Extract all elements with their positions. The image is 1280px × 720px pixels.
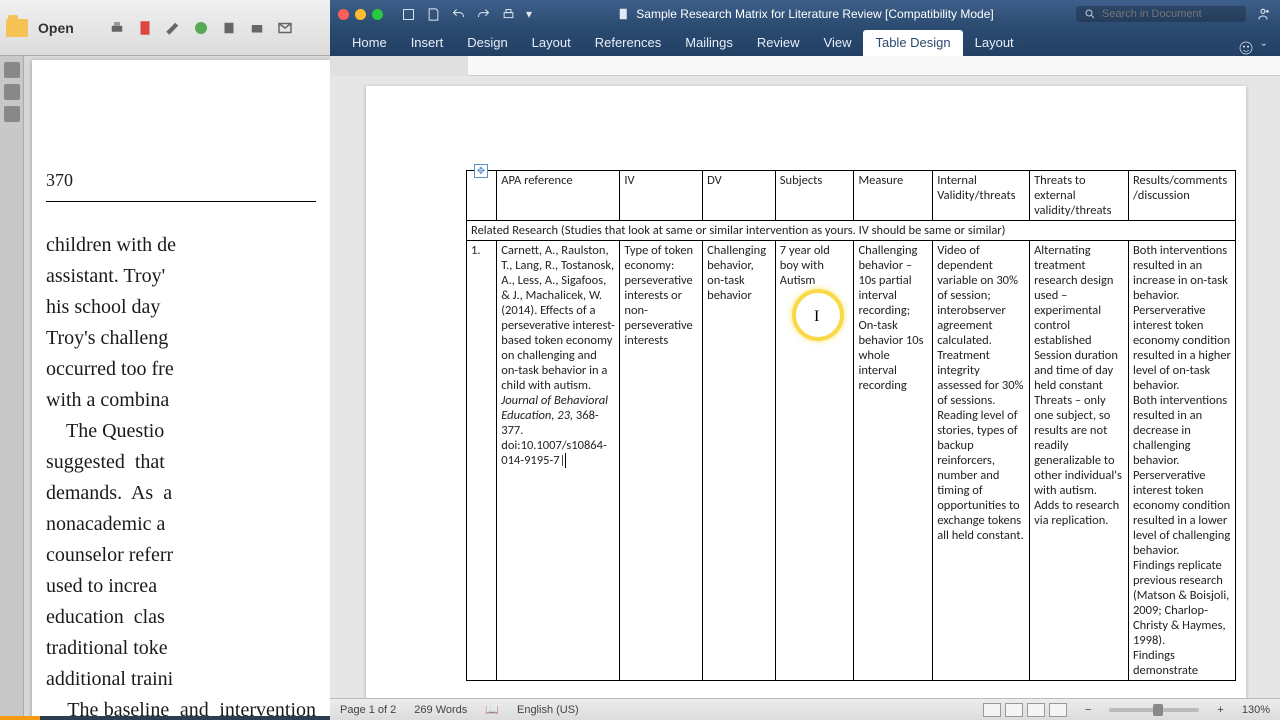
view-draft-icon[interactable] (1049, 703, 1067, 717)
header-external[interactable]: Threats to external validity/threats (1030, 171, 1129, 221)
tab-layout[interactable]: Layout (520, 30, 583, 56)
header-apa[interactable]: APA reference (497, 171, 620, 221)
cell-results[interactable]: Both interventions resulted in an increa… (1128, 241, 1235, 681)
print-icon[interactable] (108, 19, 126, 37)
header-measure[interactable]: Measure (854, 171, 933, 221)
window-controls (338, 9, 383, 20)
view-web-layout-icon[interactable] (1005, 703, 1023, 717)
table-subheading-row: Related Research (Studies that look at s… (467, 221, 1236, 241)
document-title: Sample Research Matrix for Literature Re… (616, 7, 993, 21)
pdf-page: 370 children with de assistant. Troy' hi… (32, 60, 330, 720)
search-box[interactable] (1076, 6, 1246, 22)
maximize-window-icon[interactable] (372, 9, 383, 20)
cell-subjects[interactable]: 7 year old boy with Autism (775, 241, 854, 681)
view-mode-buttons (983, 703, 1067, 717)
sidebar-tool-icon[interactable] (4, 84, 20, 100)
title-bar: ▾ Sample Research Matrix for Literature … (330, 0, 1280, 28)
document-area[interactable]: ✥ APA reference IV DV Subjects Measure I… (330, 76, 1280, 698)
tab-references[interactable]: References (583, 30, 673, 56)
dropdown-icon[interactable]: ▾ (526, 7, 532, 21)
tab-view[interactable]: View (812, 30, 864, 56)
cell-internal[interactable]: Video of dependent variable on 30% of se… (933, 241, 1030, 681)
status-bar: Page 1 of 2 269 Words 📖 English (US) − +… (330, 698, 1280, 720)
zoom-in-button[interactable]: + (1217, 704, 1223, 716)
edit-icon[interactable] (164, 19, 182, 37)
research-matrix-table[interactable]: APA reference IV DV Subjects Measure Int… (466, 170, 1236, 681)
tab-design[interactable]: Design (455, 30, 519, 56)
close-window-icon[interactable] (338, 9, 349, 20)
subheading-cell[interactable]: Related Research (Studies that look at s… (467, 221, 1236, 241)
search-input[interactable] (1102, 8, 1232, 20)
view-print-layout-icon[interactable] (983, 703, 1001, 717)
printer-icon[interactable] (248, 19, 266, 37)
status-page[interactable]: Page 1 of 2 (340, 704, 396, 716)
status-language[interactable]: English (US) (517, 704, 579, 716)
redo-icon[interactable] (476, 7, 491, 22)
tab-mailings[interactable]: Mailings (673, 30, 745, 56)
cell-iv[interactable]: Type of token economy: perseverative int… (620, 241, 703, 681)
minimize-window-icon[interactable] (355, 9, 366, 20)
open-button[interactable]: Open (38, 20, 74, 36)
attach-icon[interactable] (220, 19, 238, 37)
share-icon[interactable] (192, 19, 210, 37)
pdf-sidebar (0, 56, 24, 720)
word-window: ▾ Sample Research Matrix for Literature … (330, 0, 1280, 720)
ribbon-tabs: Home Insert Design Layout References Mai… (330, 28, 1280, 56)
cell-apa[interactable]: Carnett, A., Raulston, T., Lang, R., Tos… (497, 241, 620, 681)
collapse-ribbon-icon[interactable]: ˇ (1262, 41, 1266, 56)
share-button[interactable] (1254, 5, 1272, 23)
header-dv[interactable]: DV (703, 171, 776, 221)
sidebar-tool-icon[interactable] (4, 106, 20, 122)
table-row: 1. Carnett, A., Raulston, T., Lang, R., … (467, 241, 1236, 681)
status-word-count[interactable]: 269 Words (414, 704, 467, 716)
sidebar-tool-icon[interactable] (4, 62, 20, 78)
tab-layout-2[interactable]: Layout (963, 30, 1026, 56)
home-icon[interactable] (401, 7, 416, 22)
tab-review[interactable]: Review (745, 30, 812, 56)
tab-home[interactable]: Home (340, 30, 399, 56)
tab-table-design[interactable]: Table Design (863, 30, 962, 56)
view-outline-icon[interactable] (1027, 703, 1045, 717)
cell-num[interactable]: 1. (467, 241, 497, 681)
tab-insert[interactable]: Insert (399, 30, 456, 56)
text-cursor-icon: I (814, 308, 819, 326)
quick-access-toolbar: ▾ (401, 7, 532, 22)
folder-icon (6, 19, 28, 37)
save-icon[interactable] (426, 7, 441, 22)
pdf-toolbar: Open (0, 0, 330, 56)
print-icon[interactable] (501, 7, 516, 22)
pdf-page-number: 370 (46, 170, 316, 191)
pdf-icon[interactable] (136, 19, 154, 37)
header-iv[interactable]: IV (620, 171, 703, 221)
pdf-body-text: children with de assistant. Troy' his sc… (46, 230, 316, 720)
document-page: ✥ APA reference IV DV Subjects Measure I… (366, 86, 1246, 698)
undo-icon[interactable] (451, 7, 466, 22)
ruler[interactable] (330, 56, 1280, 76)
header-results[interactable]: Results/comments/discussion (1128, 171, 1235, 221)
cell-dv[interactable]: Challenging behavior, on-task behavior (703, 241, 776, 681)
table-move-handle[interactable]: ✥ (474, 164, 488, 178)
header-num[interactable] (467, 171, 497, 221)
zoom-level[interactable]: 130% (1242, 704, 1270, 716)
table-header-row: APA reference IV DV Subjects Measure Int… (467, 171, 1236, 221)
cell-external[interactable]: Alternating treatment research design us… (1030, 241, 1129, 681)
cell-measure[interactable]: Challenging behavior – 10s partial inter… (854, 241, 933, 681)
header-internal[interactable]: Internal Validity/threats (933, 171, 1030, 221)
pdf-reader-window: Open 370 children with de assistant. Tro… (0, 0, 330, 720)
spellcheck-icon[interactable]: 📖 (485, 703, 499, 716)
header-subjects[interactable]: Subjects (775, 171, 854, 221)
mail-icon[interactable] (276, 19, 294, 37)
taskbar-edge (0, 716, 330, 720)
smiley-icon[interactable] (1238, 40, 1254, 56)
zoom-out-button[interactable]: − (1085, 704, 1091, 716)
zoom-slider[interactable] (1109, 708, 1199, 712)
